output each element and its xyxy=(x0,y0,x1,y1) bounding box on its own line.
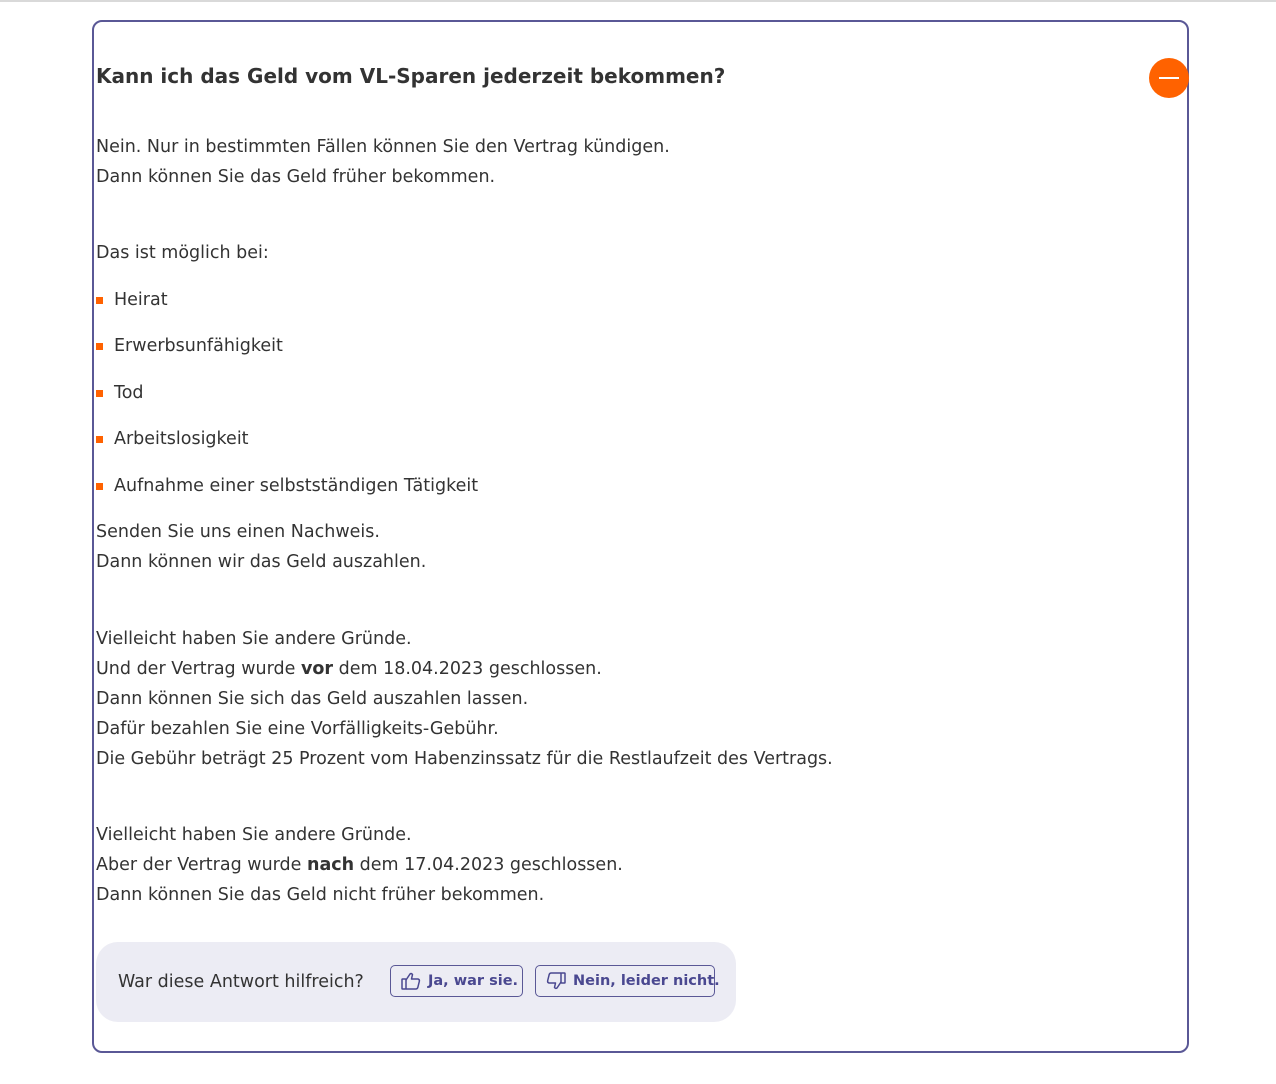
faq-accordion-item: Kann ich das Geld vom VL-Sparen jederzei… xyxy=(92,20,1189,1053)
answer-text: Dann können Sie sich das Geld auszahlen … xyxy=(96,689,529,709)
answer-text: Dafür bezahlen Sie eine Vorfälligkeits-G… xyxy=(96,719,499,739)
feedback-no-button[interactable]: Nein, leider nicht. xyxy=(535,965,720,997)
cases-list: Heirat Erwerbsunfähigkeit Tod Arbeitslos… xyxy=(96,285,1176,501)
list-item: Tod xyxy=(96,378,1176,408)
answer-text: Die Gebühr beträgt 25 Prozent vom Habenz… xyxy=(96,749,833,769)
feedback-yes-button[interactable]: Ja, war sie. xyxy=(390,965,523,997)
list-item: Aufnahme einer selbstständigen Tätigkeit xyxy=(96,471,1176,501)
emphasis-text: vor xyxy=(300,659,334,679)
answer-text: Nein. Nur in bestimmten Fällen können Si… xyxy=(96,137,670,157)
answer-text: Aber der Vertrag wurde nach dem 17.04.20… xyxy=(96,855,623,875)
answer-text: Dann können Sie das Geld früher bekommen… xyxy=(96,167,496,187)
thumbs-up-icon xyxy=(401,972,421,990)
list-item: Erwerbsunfähigkeit xyxy=(96,331,1176,361)
bullet-square-icon xyxy=(96,482,103,490)
answer-text: Das ist möglich bei: xyxy=(96,243,269,263)
thumbs-down-icon xyxy=(546,972,566,990)
answer-text: Dann können wir das Geld auszahlen. xyxy=(96,552,427,572)
answer-text: Und der Vertrag wurde vor dem 18.04.2023… xyxy=(96,659,602,679)
bullet-square-icon xyxy=(96,296,103,304)
answer-text: Vielleicht haben Sie andere Gründe. xyxy=(96,629,412,649)
faq-answer: Nein. Nur in bestimmten Fällen können Si… xyxy=(96,132,1176,910)
answer-text: Senden Sie uns einen Nachweis. xyxy=(96,522,380,542)
feedback-box: War diese Antwort hilfreich? Ja, war sie… xyxy=(96,942,736,1022)
bullet-square-icon xyxy=(96,436,103,443)
answer-text: Vielleicht haben Sie andere Gründe. xyxy=(96,825,412,845)
answer-text: Dann können Sie das Geld nicht früher be… xyxy=(96,885,545,905)
minus-icon xyxy=(1159,77,1179,79)
feedback-question: War diese Antwort hilfreich? xyxy=(118,972,364,992)
collapse-button[interactable] xyxy=(1149,58,1189,98)
faq-question-title[interactable]: Kann ich das Geld vom VL-Sparen jederzei… xyxy=(96,62,725,90)
bullet-square-icon xyxy=(96,343,103,350)
bullet-square-icon xyxy=(96,389,103,397)
list-item: Arbeitslosigkeit xyxy=(96,424,1176,454)
list-item: Heirat xyxy=(96,285,1176,315)
top-divider xyxy=(0,0,1276,2)
emphasis-text: nach xyxy=(307,855,355,875)
